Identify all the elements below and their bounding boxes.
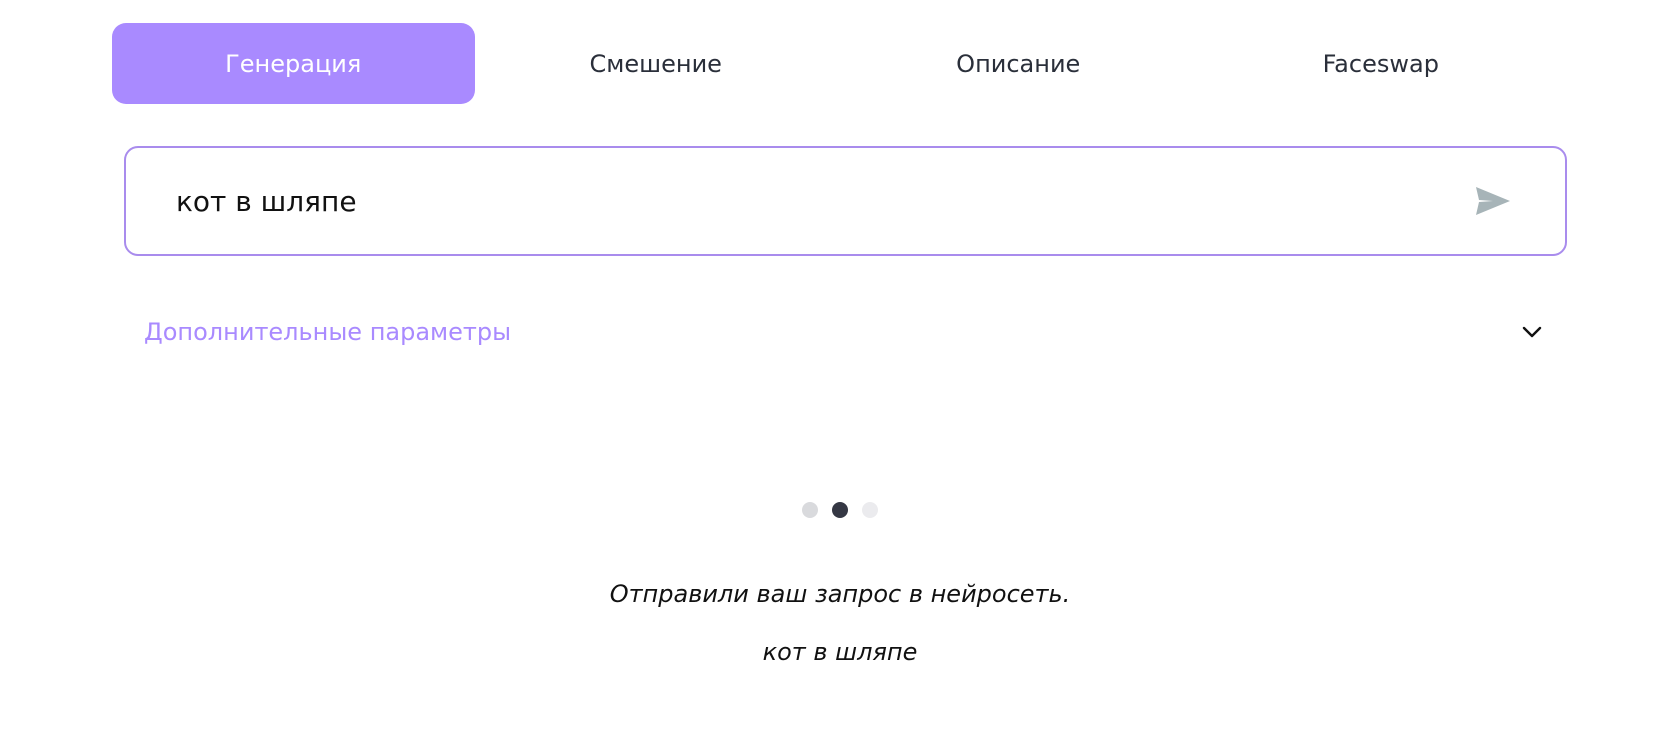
prompt-input[interactable] — [174, 170, 1463, 232]
chevron-down-icon[interactable] — [1520, 320, 1544, 344]
additional-params-toggle[interactable]: Дополнительные параметры — [144, 310, 1544, 354]
tab-generation[interactable]: Генерация — [112, 23, 475, 104]
tab-describe[interactable]: Описание — [837, 23, 1200, 104]
mode-tabs: Генерация Смешение Описание Faceswap — [112, 23, 1562, 104]
send-button[interactable] — [1463, 171, 1523, 231]
tab-blend[interactable]: Смешение — [475, 23, 838, 104]
loading-dot — [862, 502, 878, 518]
tab-faceswap[interactable]: Faceswap — [1200, 23, 1563, 104]
loading-dot — [802, 502, 818, 518]
loading-indicator — [0, 502, 1680, 518]
status-prompt-echo: кот в шляпе — [762, 638, 918, 666]
status-message: Отправили ваш запрос в нейросеть. — [609, 580, 1071, 608]
prompt-box — [124, 146, 1567, 256]
loading-dot-active — [832, 502, 848, 518]
send-icon — [1476, 187, 1510, 215]
additional-params-label: Дополнительные параметры — [144, 318, 512, 346]
